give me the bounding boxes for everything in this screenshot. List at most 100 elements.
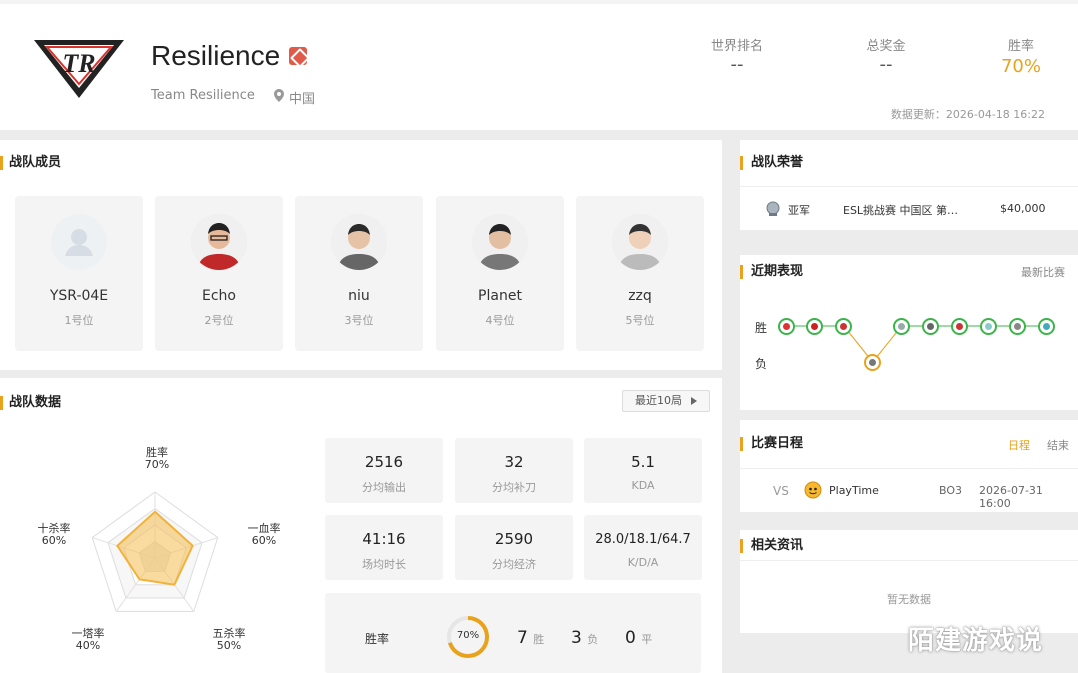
tab-finished[interactable]: 结束 — [1047, 437, 1069, 453]
news-empty: 暂无数据 — [887, 593, 931, 606]
opponent-logo-icon — [955, 322, 963, 330]
draws-count: 0 平 — [625, 628, 653, 648]
stat-label: 场均时长 — [362, 558, 406, 571]
member-position: 2号位 — [204, 314, 234, 327]
member-name: Planet — [478, 288, 522, 304]
winrate-ring-text: 70% — [456, 630, 480, 641]
member-card[interactable]: zzq 5号位 — [576, 196, 704, 351]
divider — [740, 186, 1078, 187]
opponent-logo-icon — [1013, 322, 1021, 330]
news-panel: 相关资讯 暂无数据 — [740, 530, 1078, 633]
opponent-logo-icon — [840, 322, 848, 330]
schedule-title: 比赛日程 — [740, 437, 803, 451]
match-result-dot[interactable] — [950, 317, 968, 335]
opponent-logo-icon — [811, 322, 819, 330]
avatar — [191, 214, 247, 270]
stat-value: 5.1 — [631, 453, 655, 471]
recent-games-filter[interactable]: 最近10局 — [622, 390, 710, 412]
winrate-label: 胜率 — [1007, 39, 1034, 54]
filter-label: 最近10局 — [635, 394, 682, 407]
match-result-dot[interactable] — [922, 317, 939, 335]
stat-tile: 2516 分均输出 — [325, 438, 443, 503]
caret-right-icon — [691, 397, 697, 405]
stat-tile: 2590 分均经济 — [455, 515, 573, 580]
wins-count: 7 胜 — [517, 628, 545, 648]
member-position: 3号位 — [344, 314, 374, 327]
radar-label: 胜率 70% — [144, 446, 170, 471]
match-result-dot[interactable] — [777, 317, 795, 335]
member-position: 1号位 — [64, 314, 94, 327]
avatar — [472, 214, 528, 270]
member-card[interactable]: niu 3号位 — [295, 196, 423, 351]
member-name: Echo — [202, 288, 236, 304]
radar-label: 一塔率 40% — [71, 627, 105, 652]
match-result-dot[interactable] — [1037, 317, 1055, 335]
team-full-name: Team Resilience — [151, 88, 255, 103]
opponent-logo-icon — [782, 322, 790, 330]
stat-tile: 41:16 场均时长 — [325, 515, 443, 580]
prize-total-value: -- — [879, 54, 893, 75]
honors-title: 战队荣誉 — [740, 156, 803, 170]
radar-label: 五杀率 50% — [212, 627, 246, 652]
stat-tile: 28.0/18.1/64.7 K/D/A — [584, 515, 702, 580]
world-rank-value: -- — [730, 54, 744, 75]
news-title: 相关资讯 — [740, 539, 803, 553]
match-result-dot[interactable] — [835, 317, 853, 335]
match-result-dot[interactable] — [864, 353, 882, 371]
member-position: 5号位 — [625, 314, 655, 327]
radar-label: 一血率 60% — [247, 522, 281, 547]
match-format: BO3 — [939, 484, 963, 497]
playtime-logo-icon — [804, 481, 822, 499]
member-card[interactable]: Echo 2号位 — [155, 196, 283, 351]
divider — [740, 468, 1078, 469]
avatar — [331, 214, 387, 270]
members-title: 战队成员 — [9, 155, 62, 170]
dota2-icon — [289, 47, 307, 65]
stat-label: KDA — [631, 479, 655, 492]
world-rank-label: 世界排名 — [710, 39, 763, 54]
stat-value: 2590 — [494, 530, 534, 548]
radar-label: 十杀率 60% — [37, 522, 71, 547]
stat-value: 41:16 — [362, 530, 406, 548]
winrate-summary-label: 胜率 — [365, 632, 390, 646]
update-time: 数据更新：2026-04-18 16:22 — [890, 108, 1045, 121]
avatar-placeholder-icon — [51, 214, 107, 270]
honor-prize: $40,000 — [1000, 202, 1046, 215]
winrate-value: 70% — [1000, 56, 1041, 77]
location-pin-icon — [274, 89, 284, 102]
stat-tile: 5.1 KDA — [584, 438, 702, 503]
team-data-title-bar — [0, 396, 3, 410]
opponent-logo-icon — [984, 322, 992, 330]
opponent-name[interactable]: PlayTime — [829, 484, 879, 497]
stat-label: 分均补刀 — [492, 481, 536, 494]
honor-event[interactable]: ESL挑战赛 中国区 第… — [843, 202, 958, 218]
tab-schedule[interactable]: 日程 — [1008, 437, 1030, 453]
match-result-dot[interactable] — [806, 317, 824, 335]
stat-label: 分均经济 — [492, 558, 536, 571]
divider — [740, 560, 1078, 561]
prize-total-label: 总奖金 — [866, 39, 906, 54]
silver-medal-icon — [766, 201, 780, 216]
team-header: TR Resilience Team Resilience 中国 世界排名 --… — [0, 0, 1078, 130]
honor-rank: 亚军 — [788, 204, 810, 217]
stat-label: 分均输出 — [362, 481, 406, 494]
member-card[interactable]: Planet 4号位 — [436, 196, 564, 351]
recent-performance-panel: 近期表现 最新比赛 胜 负 — [740, 255, 1078, 410]
avatar — [612, 214, 668, 270]
stat-value: 28.0/18.1/64.7 — [595, 532, 691, 547]
opponent-logo-icon — [869, 358, 877, 366]
match-result-dot[interactable] — [979, 317, 997, 335]
watermark: 陌建游戏说 — [908, 626, 1044, 656]
team-region: 中国 — [289, 92, 316, 107]
stat-value: 2516 — [364, 453, 404, 471]
member-card[interactable]: YSR-04E 1号位 — [15, 196, 143, 351]
team-data-title: 战队数据 — [9, 395, 62, 410]
match-result-dot[interactable] — [893, 317, 911, 335]
svg-text:TR: TR — [62, 49, 95, 78]
opponent-logo-icon — [898, 322, 906, 330]
stat-label: K/D/A — [627, 556, 659, 569]
team-name: Resilience — [151, 40, 281, 71]
winrate-summary: 胜率 70% 7 胜 3 负 0 平 — [325, 593, 701, 673]
honors-panel: 战队荣誉 亚军 ESL挑战赛 中国区 第… $40,000 — [740, 140, 1078, 230]
match-result-dot[interactable] — [1008, 317, 1026, 335]
